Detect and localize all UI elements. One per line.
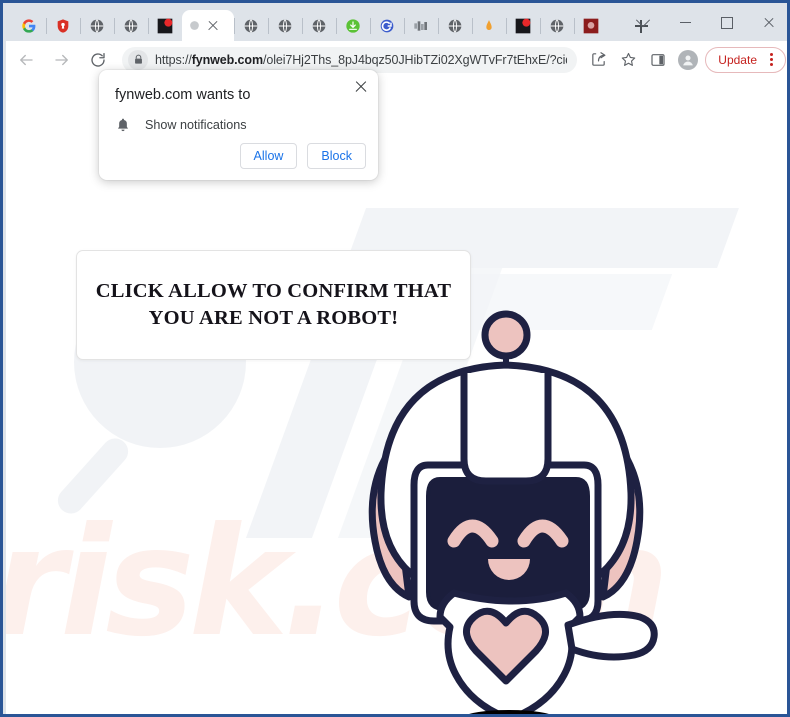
tab-list [6, 6, 656, 41]
side-panel-button[interactable] [643, 45, 673, 75]
tab-red-square[interactable] [574, 10, 608, 41]
globe-favicon [550, 18, 564, 33]
arrow-left-icon [20, 54, 33, 65]
tab-active-fynweb[interactable] [182, 10, 234, 41]
update-button[interactable]: Update [705, 46, 786, 73]
chevron-down-icon [635, 12, 651, 27]
close-icon[interactable] [352, 78, 370, 96]
tab-globe-7[interactable] [540, 10, 574, 41]
tab-shield[interactable] [46, 10, 80, 41]
tab-strip [6, 6, 787, 41]
tab-download[interactable] [336, 10, 370, 41]
tab-badge-1[interactable] [148, 10, 182, 41]
google-favicon [22, 18, 36, 33]
robot-shadow [469, 710, 549, 714]
globe-favicon [278, 18, 292, 33]
orange-a-favicon [486, 19, 492, 30]
red-square-favicon [583, 18, 599, 33]
red-shield-favicon [57, 18, 69, 33]
tab-google[interactable] [12, 10, 46, 41]
close-window-button[interactable] [748, 6, 787, 39]
tab-globe-5[interactable] [302, 10, 336, 41]
globe-favicon [312, 18, 326, 33]
share-icon [592, 52, 606, 66]
tab-globe-3[interactable] [234, 10, 268, 41]
chrome-menu-button[interactable] [763, 52, 779, 68]
back-button[interactable] [10, 44, 42, 76]
page-headline: CLICK ALLOW TO CONFIRM THAT YOU ARE NOT … [95, 279, 452, 329]
reload-icon [91, 52, 105, 67]
bookmark-button[interactable] [613, 45, 643, 75]
allow-button[interactable]: Allow [239, 143, 298, 169]
side-panel-icon [651, 53, 665, 66]
close-icon [763, 17, 775, 29]
bell-icon [114, 117, 132, 133]
gray-pixel-favicon [414, 20, 427, 31]
headline-card: CLICK ALLOW TO CONFIRM THAT YOU ARE NOT … [76, 250, 471, 360]
lock-icon [128, 49, 148, 70]
close-icon[interactable] [206, 19, 220, 33]
tab-globe-1[interactable] [80, 10, 114, 41]
permission-dialog-title: fynweb.com wants to [115, 87, 251, 103]
globe-favicon [124, 18, 138, 33]
dark-badge-favicon [157, 18, 173, 33]
globe-favicon [448, 18, 462, 33]
green-download-favicon [346, 18, 360, 33]
arrow-right-icon [55, 54, 68, 65]
maximize-icon [721, 16, 733, 29]
url-text: https://fynweb.com/olei7Hj2Ths_8pJ4bqz50… [155, 52, 567, 67]
minimize-button[interactable] [664, 6, 706, 39]
notification-permission-dialog: fynweb.com wants to Show notifications A… [99, 70, 378, 180]
window-controls [622, 6, 787, 39]
minimize-icon [679, 21, 691, 24]
star-icon [621, 52, 636, 66]
share-button[interactable] [583, 45, 613, 75]
tab-blue-c[interactable] [370, 10, 404, 41]
profile-button[interactable] [673, 45, 703, 75]
block-button[interactable]: Block [307, 143, 366, 169]
browser-window: https://fynweb.com/olei7Hj2Ths_8pJ4bqz50… [0, 0, 790, 717]
tab-badge-2[interactable] [506, 10, 540, 41]
tab-strip-end [608, 10, 622, 41]
globe-favicon [90, 18, 104, 33]
tab-orange-a[interactable] [472, 10, 506, 41]
address-bar[interactable]: https://fynweb.com/olei7Hj2Ths_8pJ4bqz50… [122, 46, 578, 73]
tab-gray-pixel[interactable] [404, 10, 438, 41]
forward-button[interactable] [46, 44, 78, 76]
maximize-button[interactable] [706, 6, 748, 39]
blue-c-favicon [380, 19, 394, 32]
avatar [678, 49, 699, 70]
tab-globe-4[interactable] [268, 10, 302, 41]
permission-label: Show notifications [145, 118, 247, 132]
dark-badge-favicon [515, 18, 531, 33]
permission-actions: Allow Block [239, 143, 366, 169]
tab-globe-2[interactable] [114, 10, 148, 41]
globe-favicon [244, 18, 258, 33]
tab-globe-6[interactable] [438, 10, 472, 41]
tab-search-button[interactable] [622, 6, 664, 39]
update-label: Update [718, 52, 757, 67]
permission-request-row: Show notifications [114, 117, 247, 133]
page-favicon [190, 21, 199, 30]
